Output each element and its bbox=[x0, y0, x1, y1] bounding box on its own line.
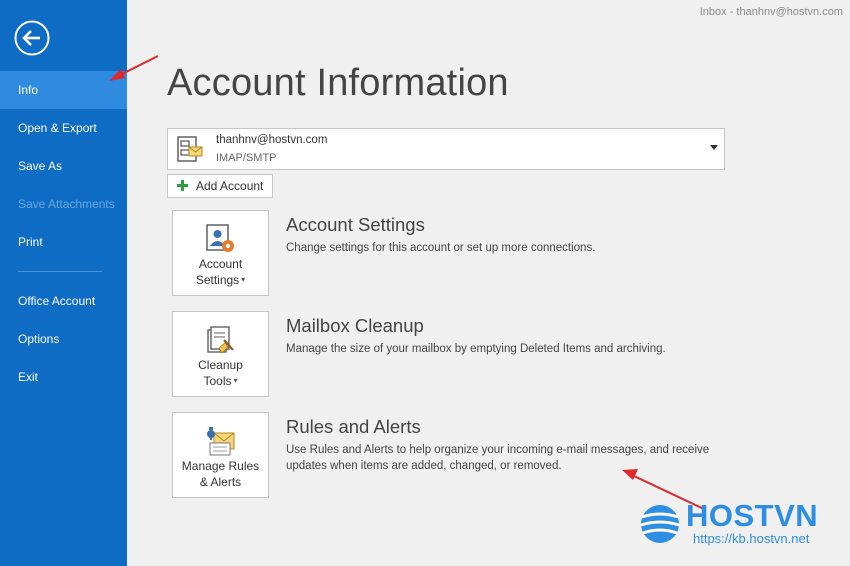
nav-divider bbox=[18, 271, 102, 272]
account-settings-button[interactable]: Account Settings ▾ bbox=[172, 210, 269, 296]
tile-label-line1: Manage Rules bbox=[181, 459, 260, 473]
tile-label-line1: Cleanup bbox=[198, 358, 243, 372]
account-settings-icon bbox=[206, 224, 234, 252]
account-settings-section: Account Settings ▾ Account Settings Chang… bbox=[172, 210, 812, 296]
rules-alerts-description: Use Rules and Alerts to help organize yo… bbox=[286, 444, 710, 472]
rules-alerts-tile-label: Manage Rules & Alerts bbox=[173, 458, 268, 490]
window-title: Inbox - thanhnv@hostvn.com bbox=[699, 6, 843, 18]
backstage-sidebar: Info Open & Export Save As Save Attachme… bbox=[0, 0, 127, 566]
nav-item-office-account[interactable]: Office Account bbox=[0, 282, 127, 320]
back-arrow-icon bbox=[14, 20, 50, 56]
hostvn-watermark: HOSTVN https://kb.hostvn.net bbox=[638, 498, 838, 550]
watermark-url: https://kb.hostvn.net bbox=[693, 531, 810, 546]
nav-item-open-export[interactable]: Open & Export bbox=[0, 109, 127, 147]
cleanup-tools-button[interactable]: Cleanup Tools ▾ bbox=[172, 311, 269, 397]
dropdown-arrow-icon[interactable] bbox=[710, 145, 718, 150]
manage-rules-alerts-button[interactable]: Manage Rules & Alerts bbox=[172, 412, 269, 498]
mailbox-cleanup-description: Manage the size of your mailbox by empty… bbox=[286, 343, 666, 355]
hostvn-logo-icon bbox=[640, 505, 680, 543]
mailbox-cleanup-title: Mailbox Cleanup bbox=[286, 315, 424, 336]
tile-label-line2: Settings bbox=[195, 273, 240, 287]
nav-item-print[interactable]: Print bbox=[0, 223, 127, 261]
tile-label-line2: & Alerts bbox=[199, 475, 242, 489]
account-settings-description: Change settings for this account or set … bbox=[286, 242, 596, 254]
account-email: thanhnv@hostvn.com bbox=[216, 134, 328, 146]
caret-down-icon: ▾ bbox=[233, 376, 238, 385]
nav-item-save-attachments: Save Attachments bbox=[18, 197, 115, 211]
nav-item-info[interactable]: Info bbox=[0, 71, 127, 109]
cleanup-tools-icon bbox=[207, 326, 234, 354]
nav-item-options[interactable]: Options bbox=[0, 320, 127, 358]
account-settings-tile-label: Account Settings ▾ bbox=[173, 256, 268, 288]
account-selector[interactable]: thanhnv@hostvn.com IMAP/SMTP bbox=[167, 128, 725, 170]
page-title: Account Information bbox=[167, 62, 509, 104]
account-settings-title: Account Settings bbox=[286, 214, 425, 235]
mailbox-cleanup-section: Cleanup Tools ▾ Mailbox Cleanup Manage th… bbox=[172, 311, 812, 397]
rules-alerts-section: Manage Rules & Alerts Rules and Alerts U… bbox=[172, 412, 812, 498]
rules-alerts-icon bbox=[207, 427, 235, 456]
caret-down-icon: ▾ bbox=[241, 275, 246, 284]
nav-item-save-as[interactable]: Save As bbox=[0, 147, 127, 185]
plus-icon bbox=[177, 180, 188, 191]
tile-label-line1: Account bbox=[198, 257, 243, 271]
backstage-nav: Info Open & Export Save As Save Attachme… bbox=[0, 71, 127, 396]
nav-item-exit[interactable]: Exit bbox=[0, 358, 127, 396]
tile-label-line2: Tools bbox=[203, 374, 232, 388]
watermark-brand: HOSTVN bbox=[686, 498, 819, 533]
add-account-label: Add Account bbox=[196, 179, 264, 193]
cleanup-tools-tile-label: Cleanup Tools ▾ bbox=[173, 357, 268, 389]
back-button[interactable] bbox=[14, 20, 50, 56]
rules-alerts-title: Rules and Alerts bbox=[286, 416, 421, 437]
account-type: IMAP/SMTP bbox=[216, 152, 277, 164]
mailbox-account-icon bbox=[177, 136, 203, 162]
add-account-button[interactable]: Add Account bbox=[167, 174, 273, 198]
